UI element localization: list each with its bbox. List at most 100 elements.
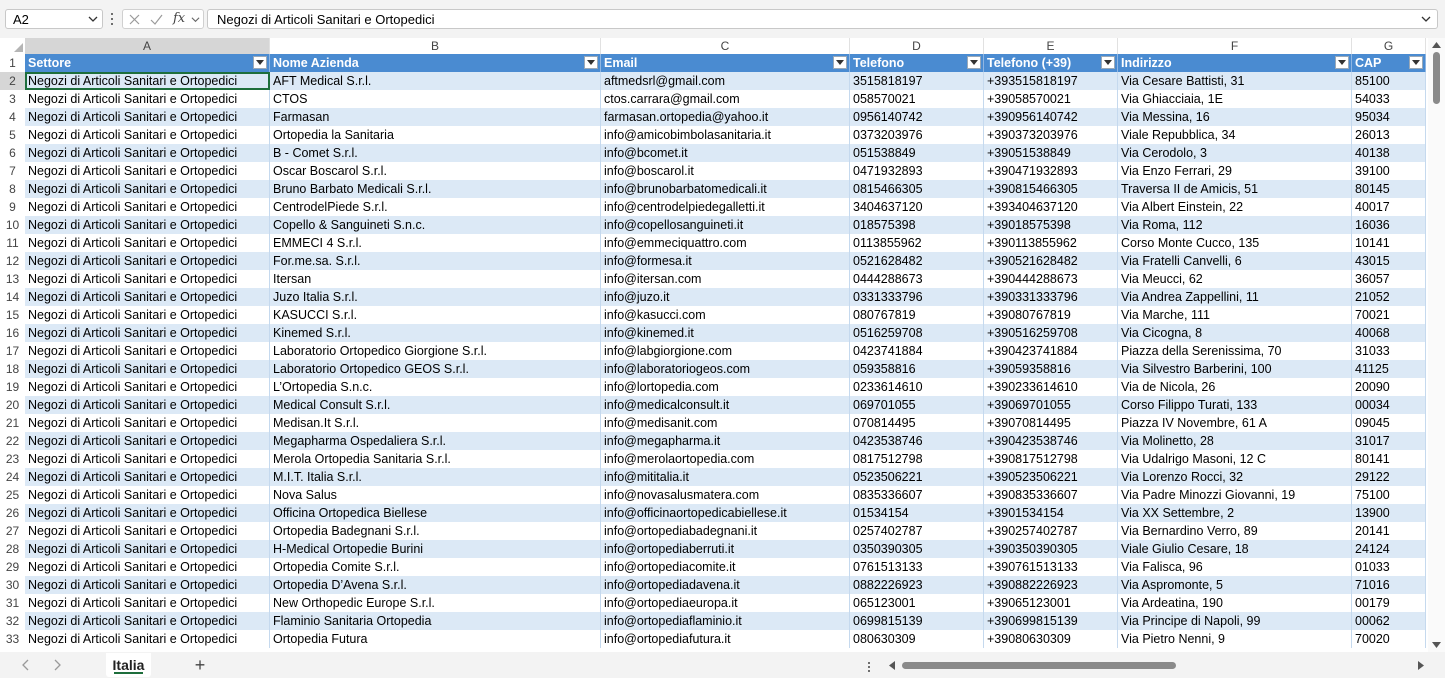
table-cell[interactable]: 26013 xyxy=(1352,126,1426,144)
table-cell[interactable]: 20141 xyxy=(1352,522,1426,540)
table-cell[interactable]: Negozi di Articoli Sanitari e Ortopedici xyxy=(25,396,270,414)
table-cell[interactable]: CentrodelPiede S.r.l. xyxy=(270,198,601,216)
table-cell[interactable]: Negozi di Articoli Sanitari e Ortopedici xyxy=(25,198,270,216)
row-header-33[interactable]: 33 xyxy=(0,630,25,648)
table-cell[interactable]: info@bcomet.it xyxy=(601,144,850,162)
table-cell[interactable]: 0761513133 xyxy=(850,558,984,576)
table-cell[interactable]: info@centrodelpiedegalletti.it xyxy=(601,198,850,216)
table-cell[interactable]: Ortopedia Comite S.r.l. xyxy=(270,558,601,576)
table-cell[interactable]: Negozi di Articoli Sanitari e Ortopedici xyxy=(25,72,270,90)
table-cell[interactable]: Merola Ortopedia Sanitaria S.r.l. xyxy=(270,450,601,468)
table-cell[interactable]: info@mititalia.it xyxy=(601,468,850,486)
table-cell[interactable]: Medisan.It S.r.l. xyxy=(270,414,601,432)
row-header-14[interactable]: 14 xyxy=(0,288,25,306)
table-cell[interactable]: Via Enzo Ferrari, 29 xyxy=(1118,162,1352,180)
table-cell[interactable]: Via Albert Einstein, 22 xyxy=(1118,198,1352,216)
table-cell[interactable]: Via Cerodolo, 3 xyxy=(1118,144,1352,162)
table-cell[interactable]: Traversa II de Amicis, 51 xyxy=(1118,180,1352,198)
table-cell[interactable]: +390444288673 xyxy=(984,270,1118,288)
row-header-5[interactable]: 5 xyxy=(0,126,25,144)
table-cell[interactable]: +390233614610 xyxy=(984,378,1118,396)
header-cell[interactable]: Nome Azienda xyxy=(270,54,601,72)
table-cell[interactable]: 00062 xyxy=(1352,612,1426,630)
table-cell[interactable]: Ortopedia D’Avena S.r.l. xyxy=(270,576,601,594)
table-cell[interactable]: M.I.T. Italia S.r.l. xyxy=(270,468,601,486)
header-cell[interactable]: Email xyxy=(601,54,850,72)
row-header-10[interactable]: 10 xyxy=(0,216,25,234)
chevron-down-icon[interactable] xyxy=(191,15,200,24)
table-cell[interactable]: Kinemed S.r.l. xyxy=(270,324,601,342)
table-cell[interactable]: H-Medical Ortopedie Burini xyxy=(270,540,601,558)
table-cell[interactable]: Via Lorenzo Rocci, 32 xyxy=(1118,468,1352,486)
table-cell[interactable]: Corso Filippo Turati, 133 xyxy=(1118,396,1352,414)
row-header-9[interactable]: 9 xyxy=(0,198,25,216)
table-cell[interactable]: info@ortopediafutura.it xyxy=(601,630,850,648)
table-cell[interactable]: 0423741884 xyxy=(850,342,984,360)
table-cell[interactable]: 00034 xyxy=(1352,396,1426,414)
table-cell[interactable]: +390423741884 xyxy=(984,342,1118,360)
header-cell[interactable]: Settore xyxy=(25,54,270,72)
table-cell[interactable]: 0835336607 xyxy=(850,486,984,504)
table-cell[interactable]: info@novasalusmatera.com xyxy=(601,486,850,504)
table-cell[interactable]: Itersan xyxy=(270,270,601,288)
table-cell[interactable]: +39051538849 xyxy=(984,144,1118,162)
table-cell[interactable]: +390350390305 xyxy=(984,540,1118,558)
column-header-d[interactable]: D xyxy=(850,38,984,54)
table-cell[interactable]: +390471932893 xyxy=(984,162,1118,180)
horizontal-scroll-thumb[interactable] xyxy=(902,662,1176,669)
cancel-icon[interactable] xyxy=(129,14,140,25)
table-cell[interactable]: Via Bernardino Verro, 89 xyxy=(1118,522,1352,540)
insert-function-icon[interactable]: fx xyxy=(173,11,185,26)
row-header-8[interactable]: 8 xyxy=(0,180,25,198)
table-cell[interactable]: 0257402787 xyxy=(850,522,984,540)
table-cell[interactable]: 70021 xyxy=(1352,306,1426,324)
table-cell[interactable]: Negozi di Articoli Sanitari e Ortopedici xyxy=(25,414,270,432)
header-cell[interactable]: Telefono (+39) xyxy=(984,54,1118,72)
scroll-right-icon[interactable] xyxy=(1418,661,1424,670)
row-header-18[interactable]: 18 xyxy=(0,360,25,378)
table-cell[interactable]: Via Aspromonte, 5 xyxy=(1118,576,1352,594)
table-cell[interactable]: 31033 xyxy=(1352,342,1426,360)
table-cell[interactable]: info@itersan.com xyxy=(601,270,850,288)
table-cell[interactable]: Negozi di Articoli Sanitari e Ortopedici xyxy=(25,540,270,558)
table-cell[interactable]: Negozi di Articoli Sanitari e Ortopedici xyxy=(25,486,270,504)
table-cell[interactable]: Negozi di Articoli Sanitari e Ortopedici xyxy=(25,504,270,522)
table-cell[interactable]: info@ortopediaberruti.it xyxy=(601,540,850,558)
table-cell[interactable]: Megapharma Ospedaliera S.r.l. xyxy=(270,432,601,450)
table-cell[interactable]: Via Udalrigo Masoni, 12 C xyxy=(1118,450,1352,468)
table-cell[interactable]: 16036 xyxy=(1352,216,1426,234)
table-cell[interactable]: B - Comet S.r.l. xyxy=(270,144,601,162)
table-cell[interactable]: Ortopedia Futura xyxy=(270,630,601,648)
column-header-e[interactable]: E xyxy=(984,38,1118,54)
table-cell[interactable]: Piazza IV Novembre, 61 A xyxy=(1118,414,1352,432)
table-cell[interactable]: EMMECI 4 S.r.l. xyxy=(270,234,601,252)
row-header-31[interactable]: 31 xyxy=(0,594,25,612)
table-cell[interactable]: 051538849 xyxy=(850,144,984,162)
table-cell[interactable]: 10141 xyxy=(1352,234,1426,252)
column-header-g[interactable]: G xyxy=(1352,38,1426,54)
next-sheet-icon[interactable] xyxy=(51,658,63,672)
table-cell[interactable]: 85100 xyxy=(1352,72,1426,90)
vertical-scrollbar[interactable] xyxy=(1428,38,1445,652)
table-cell[interactable]: Via Andrea Zappellini, 11 xyxy=(1118,288,1352,306)
table-cell[interactable]: info@emmeciquattro.com xyxy=(601,234,850,252)
horizontal-scrollbar[interactable] xyxy=(886,658,1426,672)
table-cell[interactable]: Negozi di Articoli Sanitari e Ortopedici xyxy=(25,468,270,486)
row-header-32[interactable]: 32 xyxy=(0,612,25,630)
table-cell[interactable]: 058570021 xyxy=(850,90,984,108)
table-cell[interactable]: Laboratorio Ortopedico GEOS S.r.l. xyxy=(270,360,601,378)
table-cell[interactable]: +39065123001 xyxy=(984,594,1118,612)
column-header-a[interactable]: A xyxy=(25,38,270,54)
table-cell[interactable]: +390835336607 xyxy=(984,486,1118,504)
table-cell[interactable]: Bruno Barbato Medicali S.r.l. xyxy=(270,180,601,198)
table-cell[interactable]: 065123001 xyxy=(850,594,984,612)
table-cell[interactable]: +393515818197 xyxy=(984,72,1118,90)
table-cell[interactable]: Flaminio Sanitaria Ortopedia xyxy=(270,612,601,630)
filter-dropdown-button[interactable] xyxy=(833,56,847,69)
table-cell[interactable]: 0521628482 xyxy=(850,252,984,270)
table-cell[interactable]: +39058570021 xyxy=(984,90,1118,108)
table-cell[interactable]: For.me.sa. S.r.l. xyxy=(270,252,601,270)
table-cell[interactable]: Negozi di Articoli Sanitari e Ortopedici xyxy=(25,324,270,342)
table-cell[interactable]: info@brunobarbatomedicali.it xyxy=(601,180,850,198)
table-cell[interactable]: +390523506221 xyxy=(984,468,1118,486)
